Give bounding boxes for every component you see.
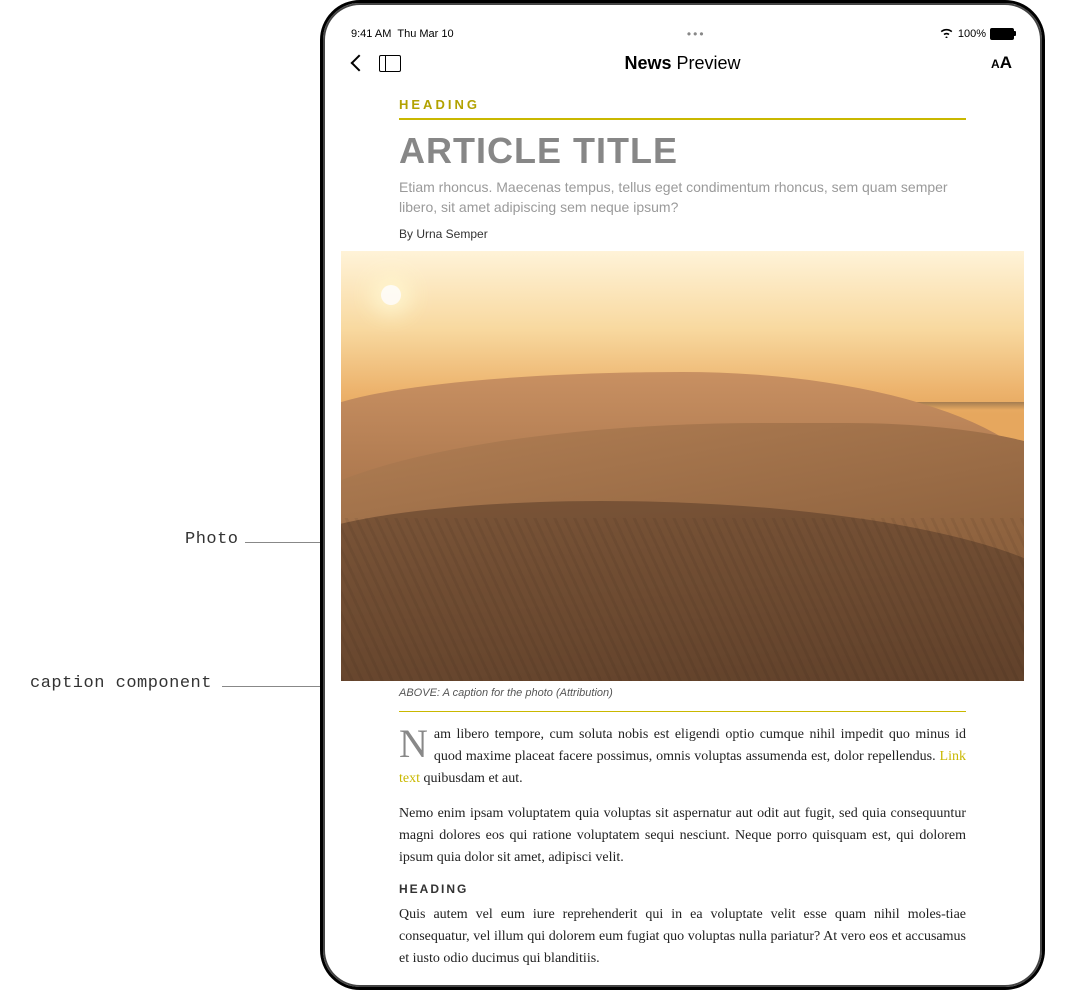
- callout-photo: Photo: [185, 530, 239, 549]
- heading-rule: [399, 118, 966, 120]
- wifi-icon: [939, 27, 954, 41]
- article-byline: By Urna Semper: [399, 227, 966, 241]
- callout-caption: caption component: [30, 674, 212, 693]
- dropcap: N: [399, 724, 434, 762]
- divider: [399, 711, 966, 712]
- photo-caption: ABOVE: A caption for the photo (Attribut…: [341, 687, 966, 699]
- ipad-frame: 9:41 AM Thu Mar 10 ••• 100%: [320, 0, 1045, 990]
- body-paragraph: Quis autem vel eum iure reprehenderit qu…: [399, 904, 966, 969]
- status-bar: 9:41 AM Thu Mar 10 ••• 100%: [341, 21, 1024, 43]
- p1-after-link: quibusdam et aut.: [420, 771, 523, 786]
- article-photo: [341, 251, 1024, 681]
- article-title: ARTICLE TITLE: [399, 130, 966, 172]
- section-heading: HEADING: [399, 882, 966, 896]
- article-heading-label: HEADING: [399, 97, 966, 112]
- title-bold: News: [624, 53, 671, 73]
- screen: 9:41 AM Thu Mar 10 ••• 100%: [341, 21, 1024, 969]
- battery-pct: 100%: [958, 28, 986, 40]
- battery-icon: [990, 28, 1014, 40]
- article-subtitle: Etiam rhoncus. Maecenas tempus, tellus e…: [399, 178, 966, 217]
- status-date: Thu Mar 10: [397, 28, 453, 40]
- article: HEADING ARTICLE TITLE Etiam rhoncus. Mae…: [341, 97, 1024, 969]
- body-paragraph: Nam libero tempore, cum soluta nobis est…: [399, 724, 966, 789]
- page-title: News Preview: [341, 53, 1024, 74]
- body-paragraph: Nemo enim ipsam voluptatem quia voluptas…: [399, 803, 966, 868]
- title-rest: Preview: [672, 53, 741, 73]
- multitask-dots-icon[interactable]: •••: [454, 27, 939, 41]
- p1-before-link: am libero tempore, cum soluta nobis est …: [434, 727, 966, 764]
- nav-bar: News Preview AA: [341, 43, 1024, 83]
- status-time: 9:41 AM: [351, 28, 391, 40]
